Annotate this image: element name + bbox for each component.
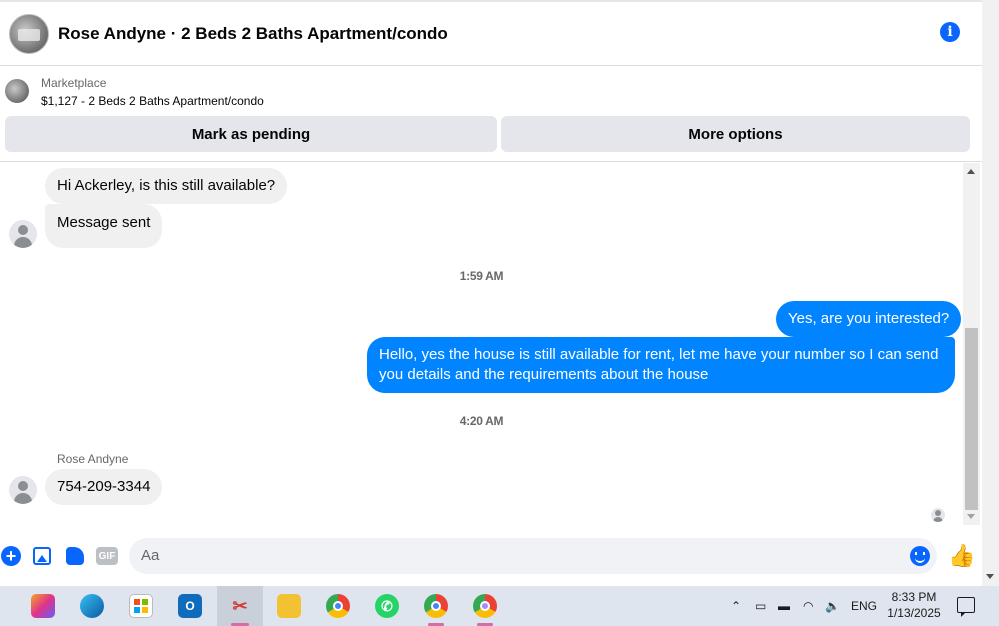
message-timestamp: 4:20 AM	[459, 414, 504, 428]
mark-as-pending-button[interactable]: Mark as pending	[5, 116, 497, 152]
contact-avatar-small	[9, 476, 37, 504]
message-composer: + GIF Aa 👍	[0, 536, 982, 576]
conversation-scrollbar[interactable]	[963, 163, 980, 525]
emoji-icon[interactable]	[910, 546, 930, 566]
photo-icon[interactable]	[33, 547, 51, 565]
taskbar: O ✂ ✆ ⌃ ▭ ▬ ◠ 🔈 ENG 8:33 PM 1/13/2025	[0, 586, 999, 626]
page-scrollbar-track[interactable]	[982, 0, 999, 586]
clock-time: 8:33 PM	[891, 590, 937, 604]
seen-indicator	[931, 508, 945, 522]
message-bubble[interactable]: 754-209-3344	[45, 469, 163, 505]
conversation-title[interactable]: Rose Andyne · 2 Beds 2 Baths Apartment/c…	[58, 24, 448, 44]
clock-date: 1/13/2025	[887, 606, 941, 620]
whatsapp-icon[interactable]: ✆	[375, 594, 399, 618]
more-options-button[interactable]: More options	[501, 116, 970, 152]
show-hidden-icons-icon[interactable]: ⌃	[731, 586, 741, 626]
message-bubble[interactable]: Message sent	[45, 204, 163, 248]
volume-icon[interactable]: 🔈	[825, 586, 840, 626]
messenger-window: Rose Andyne · 2 Beds 2 Baths Apartment/c…	[0, 0, 999, 586]
outlook-icon[interactable]: O	[178, 594, 202, 618]
chrome-profile-icon[interactable]	[473, 594, 497, 618]
chrome-icon[interactable]	[326, 594, 350, 618]
scroll-down-icon[interactable]	[967, 514, 975, 519]
file-explorer-icon[interactable]	[277, 594, 301, 618]
scrollbar-thumb[interactable]	[965, 328, 978, 510]
user-avatar	[9, 220, 37, 248]
message-timestamp: 1:59 AM	[459, 269, 504, 283]
meet-now-icon[interactable]: ▭	[755, 586, 766, 626]
message-input[interactable]: Aa	[129, 538, 937, 574]
thumbs-up-icon[interactable]: 👍	[948, 544, 975, 568]
copilot-icon[interactable]	[31, 594, 55, 618]
edge-browser-icon[interactable]	[80, 594, 104, 618]
snipping-tool-icon[interactable]: ✂	[228, 594, 252, 618]
message-list: Hi Ackerley, is this still available? Me…	[0, 163, 963, 525]
wifi-icon[interactable]: ◠	[803, 586, 813, 626]
message-bubble[interactable]: Yes, are you interested?	[776, 301, 962, 337]
sender-name: Rose Andyne	[57, 452, 129, 466]
plus-icon[interactable]: +	[1, 546, 21, 566]
sticker-icon[interactable]	[66, 547, 84, 565]
marketplace-panel: Marketplace $1,127 - 2 Beds 2 Baths Apar…	[0, 67, 982, 162]
chrome-profile-icon[interactable]	[424, 594, 448, 618]
message-bubble[interactable]: Hi Ackerley, is this still available?	[45, 168, 288, 204]
language-indicator[interactable]: ENG	[851, 586, 877, 626]
gif-icon[interactable]: GIF	[96, 547, 118, 565]
conversation-header: Rose Andyne · 2 Beds 2 Baths Apartment/c…	[0, 2, 982, 66]
listing-title[interactable]: $1,127 - 2 Beds 2 Baths Apartment/condo	[41, 94, 264, 108]
store-icon[interactable]	[129, 594, 153, 618]
listing-thumbnail[interactable]	[5, 79, 29, 103]
info-icon[interactable]: i	[940, 22, 960, 42]
page-scroll-down-icon[interactable]	[986, 574, 994, 579]
battery-icon[interactable]: ▬	[778, 586, 790, 626]
scroll-up-icon[interactable]	[967, 169, 975, 174]
marketplace-label: Marketplace	[41, 76, 107, 90]
message-bubble[interactable]: Hello, yes the house is still available …	[367, 337, 955, 393]
contact-avatar[interactable]	[9, 13, 49, 54]
notifications-icon[interactable]	[957, 597, 975, 617]
clock[interactable]: 8:33 PM 1/13/2025	[880, 589, 948, 621]
